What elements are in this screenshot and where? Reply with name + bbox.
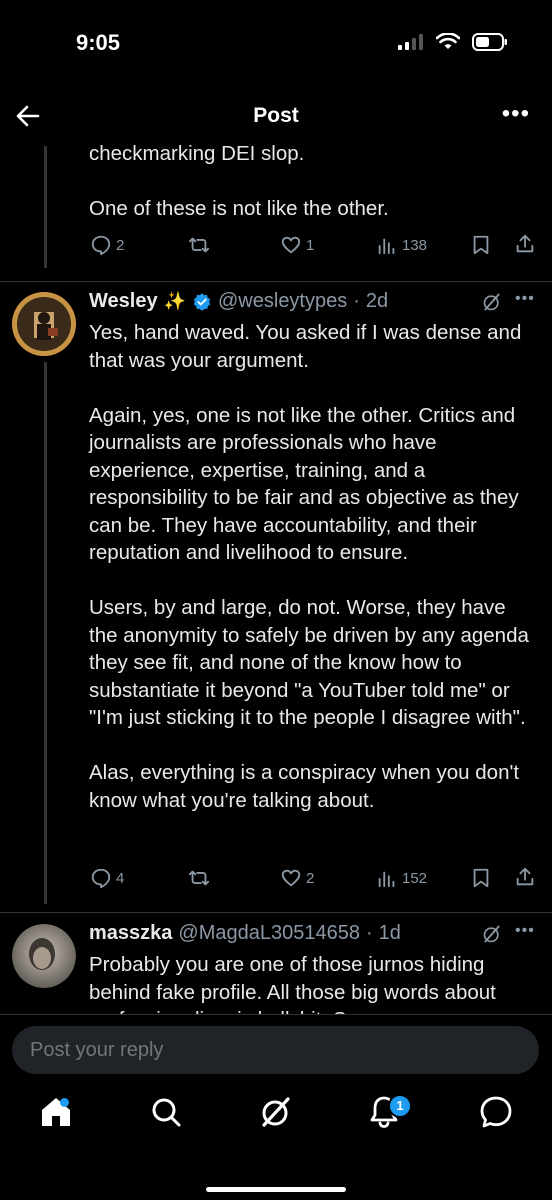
reply-header: masszka @MagdaL30514658 · 1d	[89, 922, 401, 945]
views-icon	[378, 238, 395, 255]
like-button[interactable]: 1	[280, 234, 314, 256]
reply-tweet: masszka @MagdaL30514658 · 1d ••• Probabl…	[0, 914, 552, 1014]
tweet-more-icon[interactable]: •••	[515, 290, 535, 308]
post-header: Post •••	[0, 92, 552, 140]
separator-dot: ·	[365, 922, 373, 944]
home-notification-dot	[60, 1098, 69, 1107]
thread-line	[44, 362, 47, 904]
divider	[0, 912, 552, 913]
search-icon[interactable]	[146, 1092, 186, 1132]
reply-button[interactable]: 4	[90, 867, 124, 889]
share-icon[interactable]	[514, 866, 536, 888]
tweet-text: Yes, hand waved. You asked if I was dens…	[89, 321, 529, 812]
heart-icon	[281, 869, 301, 887]
reply-time: 1d	[378, 922, 401, 944]
previous-tweet-text: checkmarking DEI slop. One of these is n…	[89, 142, 389, 220]
reply-placeholder: Post your reply	[30, 1039, 164, 1061]
like-button[interactable]: 2	[280, 867, 314, 889]
share-icon[interactable]	[514, 233, 536, 255]
separator-dot: ·	[353, 290, 360, 312]
view-count: 152	[402, 869, 428, 887]
reply-more-icon[interactable]: •••	[515, 922, 535, 940]
retweet-icon	[188, 237, 210, 253]
avatar-image	[12, 292, 76, 356]
tweet-actions: 4 2 152	[0, 865, 552, 893]
reply-input[interactable]: Post your reply	[12, 1026, 539, 1074]
page-title: Post	[253, 104, 299, 127]
retweet-button[interactable]	[188, 867, 210, 889]
reply-avatar[interactable]	[12, 924, 76, 988]
grok-icon[interactable]	[482, 924, 502, 944]
retweet-button[interactable]	[188, 234, 210, 256]
author-name[interactable]: Wesley	[89, 290, 158, 313]
sparkle-emoji: ✨	[163, 291, 186, 311]
views-button[interactable]: 152	[376, 867, 427, 889]
reply-author-name[interactable]: masszka	[89, 922, 172, 945]
reply-icon	[91, 235, 111, 256]
status-bar: 9:05	[0, 0, 552, 90]
more-options-icon[interactable]: •••	[502, 100, 530, 128]
tweet-header: Wesley ✨ @wesleytypes · 2d	[89, 290, 388, 313]
tab-bar: 1	[0, 1088, 552, 1152]
reply-avatar-image	[12, 924, 76, 988]
bookmark-icon[interactable]	[470, 867, 492, 889]
messages-icon[interactable]	[476, 1092, 516, 1132]
reply-author-handle[interactable]: @MagdaL30514658	[178, 922, 360, 945]
home-indicator	[206, 1187, 346, 1192]
wifi-icon	[436, 33, 460, 49]
verified-badge-icon	[193, 292, 211, 311]
reply-count: 2	[116, 236, 125, 254]
home-icon[interactable]	[36, 1092, 76, 1132]
signal-icon	[398, 34, 423, 50]
battery-icon	[472, 33, 507, 51]
author-handle[interactable]: @wesleytypes	[218, 290, 347, 313]
heart-icon	[281, 236, 301, 254]
tweet-time: 2d	[365, 290, 389, 312]
grok-icon[interactable]	[482, 292, 502, 312]
like-count: 1	[306, 236, 315, 254]
reply-button[interactable]: 2	[90, 234, 124, 256]
reply-count: 4	[116, 869, 125, 887]
views-button[interactable]: 138	[376, 234, 427, 256]
status-icons	[398, 33, 508, 51]
divider	[0, 1014, 552, 1015]
grok-tab-icon[interactable]	[256, 1092, 296, 1132]
reply-icon	[91, 868, 111, 889]
divider	[0, 281, 552, 282]
reply-text: Probably you are one of those jurnos hid…	[89, 953, 496, 1014]
view-count: 138	[402, 236, 428, 254]
views-icon	[378, 871, 395, 888]
bookmark-icon[interactable]	[470, 234, 492, 256]
like-count: 2	[306, 869, 315, 887]
retweet-icon	[188, 870, 210, 886]
previous-tweet-actions: 2 1 138	[0, 232, 552, 260]
avatar[interactable]	[12, 292, 76, 356]
notifications-badge: 1	[388, 1094, 412, 1118]
status-time: 9:05	[76, 30, 121, 55]
